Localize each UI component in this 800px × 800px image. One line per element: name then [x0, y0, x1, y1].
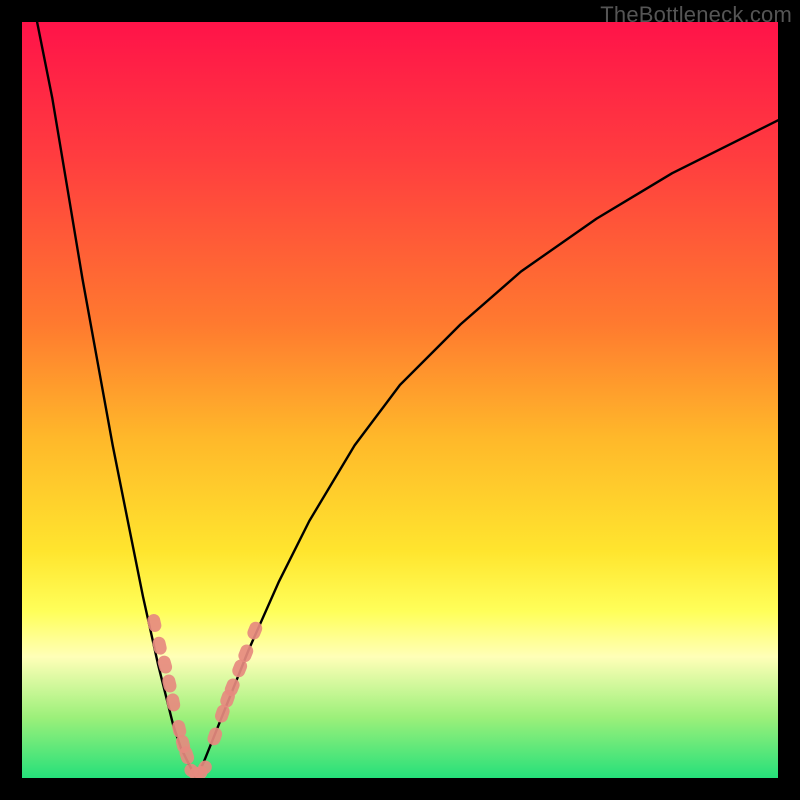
watermark-text: TheBottleneck.com: [600, 2, 792, 28]
bottleneck-curve: [22, 22, 778, 778]
chart-frame: TheBottleneck.com: [0, 0, 800, 800]
plot-area: [22, 22, 778, 778]
